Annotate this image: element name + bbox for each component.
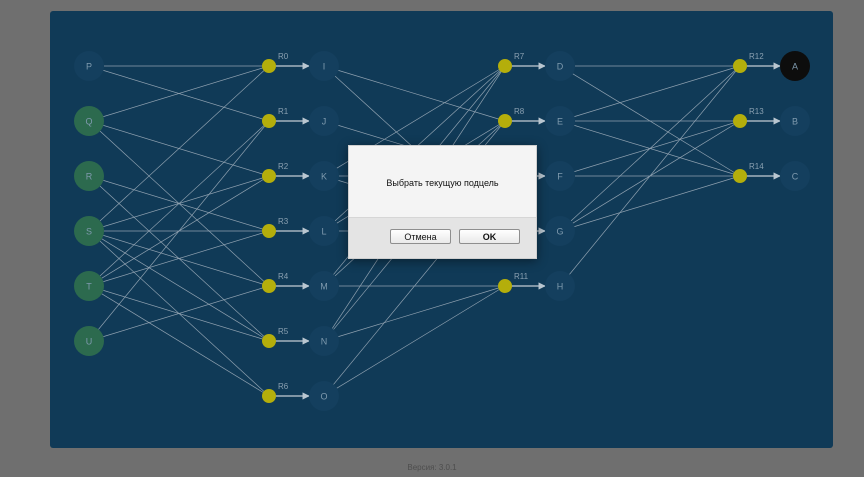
T-to-R3-edge bbox=[103, 232, 264, 282]
node-r-label: R bbox=[86, 171, 93, 181]
T-to-R2-edge bbox=[101, 178, 265, 279]
node-k-label: K bbox=[321, 171, 327, 181]
rule-r13-label: R13 bbox=[749, 107, 764, 116]
rule-r11-node[interactable] bbox=[498, 279, 512, 293]
Q-to-R0-edge bbox=[103, 67, 264, 117]
cancel-button[interactable]: Отмена bbox=[390, 229, 451, 244]
S-to-R5-edge bbox=[101, 238, 265, 339]
rule-r8-node[interactable] bbox=[498, 114, 512, 128]
N-to-R11-edge bbox=[338, 287, 500, 337]
R-to-R3-edge bbox=[103, 180, 264, 230]
rule-r11-label: R11 bbox=[514, 272, 529, 281]
rule-r1-label: R1 bbox=[278, 107, 289, 116]
node-b-label: B bbox=[792, 116, 798, 126]
node-c-label: C bbox=[792, 171, 799, 181]
F-to-R13-edge bbox=[574, 122, 735, 172]
rule-r4-node[interactable] bbox=[262, 279, 276, 293]
rule-r6-label: R6 bbox=[278, 382, 289, 391]
Q-to-R2-edge bbox=[103, 125, 264, 175]
version-label: Версия: 3.0.1 bbox=[407, 463, 457, 472]
S-to-R2-edge bbox=[103, 177, 264, 227]
ok-button[interactable]: OK bbox=[459, 229, 520, 244]
node-n-label: N bbox=[321, 336, 328, 346]
rule-r7-label: R7 bbox=[514, 52, 525, 61]
select-subgoal-dialog: Выбрать текущую подцель Отмена OK bbox=[348, 145, 537, 259]
E-to-R12-edge bbox=[574, 67, 735, 117]
I-to-R8-edge bbox=[338, 70, 500, 120]
node-u-label: U bbox=[86, 336, 93, 346]
T-to-R5-edge bbox=[103, 290, 264, 340]
D-to-R14-edge bbox=[572, 73, 736, 174]
node-j-label: J bbox=[322, 116, 327, 126]
H-to-R12-edge bbox=[569, 70, 737, 275]
rule-r6-node[interactable] bbox=[262, 389, 276, 403]
U-to-R4-edge bbox=[103, 287, 264, 337]
rule-r3-label: R3 bbox=[278, 217, 289, 226]
rule-r0-label: R0 bbox=[278, 52, 289, 61]
U-to-R1-edge bbox=[98, 125, 266, 330]
rule-r1-node[interactable] bbox=[262, 114, 276, 128]
node-t-label: T bbox=[86, 281, 92, 291]
node-h-label: H bbox=[557, 281, 564, 291]
node-g-label: G bbox=[556, 226, 563, 236]
node-l-label: L bbox=[321, 226, 326, 236]
node-a-label: A bbox=[792, 61, 798, 71]
rule-r13-node[interactable] bbox=[733, 114, 747, 128]
T-to-R6-edge bbox=[101, 293, 265, 394]
rule-r5-node[interactable] bbox=[262, 334, 276, 348]
node-e-label: E bbox=[557, 116, 563, 126]
node-o-label: O bbox=[320, 391, 327, 401]
dialog-footer: Отмена OK bbox=[349, 217, 536, 258]
node-d-label: D bbox=[557, 61, 564, 71]
rule-r8-label: R8 bbox=[514, 107, 525, 116]
node-m-label: M bbox=[320, 281, 328, 291]
P-to-R1-edge bbox=[103, 70, 264, 120]
node-p-label: P bbox=[86, 61, 92, 71]
S-to-R4-edge bbox=[103, 235, 264, 285]
node-q-label: Q bbox=[85, 116, 92, 126]
rule-r12-label: R12 bbox=[749, 52, 764, 61]
rule-r14-label: R14 bbox=[749, 162, 764, 171]
node-s-label: S bbox=[86, 226, 92, 236]
E-to-R14-edge bbox=[574, 125, 735, 175]
node-f-label: F bbox=[557, 171, 563, 181]
rule-r5-label: R5 bbox=[278, 327, 289, 336]
rule-r2-label: R2 bbox=[278, 162, 289, 171]
G-to-R13-edge bbox=[572, 123, 736, 224]
S-to-R6-edge bbox=[99, 240, 265, 393]
rule-r12-node[interactable] bbox=[733, 59, 747, 73]
dialog-message: Выбрать текущую подцель bbox=[386, 178, 499, 188]
node-i-label: I bbox=[323, 61, 326, 71]
rule-r3-node[interactable] bbox=[262, 224, 276, 238]
G-to-R14-edge bbox=[574, 177, 735, 227]
O-to-R11-edge bbox=[336, 288, 501, 389]
rule-r2-node[interactable] bbox=[262, 169, 276, 183]
rule-r14-node[interactable] bbox=[733, 169, 747, 183]
rule-r7-node[interactable] bbox=[498, 59, 512, 73]
rule-r0-node[interactable] bbox=[262, 59, 276, 73]
rule-r4-label: R4 bbox=[278, 272, 289, 281]
